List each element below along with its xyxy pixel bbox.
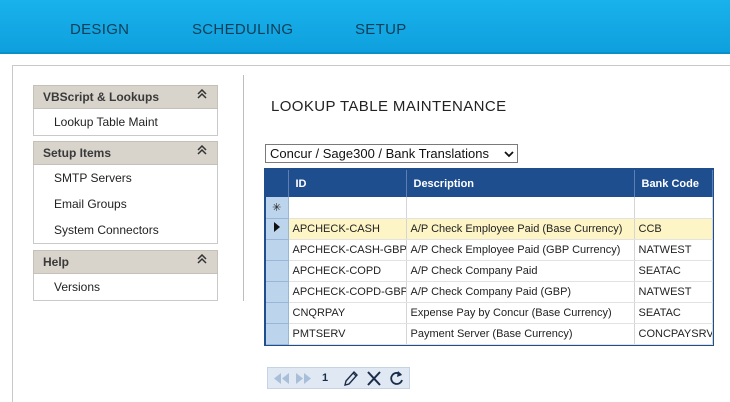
cell-description[interactable]: Payment Server (Base Currency) (406, 323, 635, 345)
collapse-icon[interactable] (197, 88, 207, 102)
column-header-id[interactable]: ID (288, 170, 407, 197)
page-number[interactable]: 1 (322, 372, 328, 384)
row-selector[interactable] (266, 323, 289, 345)
cell-id[interactable]: APCHECK-COPD (288, 260, 407, 282)
cell-bank-code[interactable]: NATWEST (634, 239, 713, 261)
section-title: Help (43, 255, 70, 269)
new-row-cell[interactable] (406, 197, 635, 219)
cell-description[interactable]: A/P Check Employee Paid (GBP Currency) (406, 239, 635, 261)
cell-description[interactable]: Expense Pay by Concur (Base Currency) (406, 302, 635, 324)
row-selector[interactable] (266, 218, 289, 240)
cell-description[interactable]: A/P Check Employee Paid (Base Currency) (406, 218, 635, 240)
collapse-icon[interactable] (197, 253, 207, 267)
table-row[interactable]: APCHECK-COPD A/P Check Company Paid SEAT… (266, 260, 713, 282)
lookup-table-select[interactable]: Concur / Sage300 / Bank Translations (265, 144, 518, 163)
sidebar-section-setup-items: Setup Items SMTP Servers Email Groups Sy… (33, 141, 218, 244)
sidebar-item-smtp-servers[interactable]: SMTP Servers (34, 165, 217, 191)
first-page-icon[interactable] (271, 370, 291, 387)
row-selector[interactable] (266, 239, 289, 261)
column-header-selector (266, 170, 289, 197)
grid-pager: 1 (267, 367, 410, 389)
row-selector[interactable] (266, 260, 289, 282)
table-row[interactable]: CNQRPAY Expense Pay by Concur (Base Curr… (266, 302, 713, 324)
sidebar-item-lookup-table-maint[interactable]: Lookup Table Maint (34, 109, 217, 135)
tab-design[interactable]: DESIGN (70, 21, 129, 38)
section-title: Setup Items (43, 146, 112, 160)
cell-bank-code[interactable]: SEATAC (634, 260, 713, 282)
cell-id[interactable]: APCHECK-COPD-GBP (288, 281, 407, 303)
cell-bank-code[interactable]: CONCPAYSRV (634, 323, 713, 345)
cell-bank-code[interactable]: CCB (634, 218, 713, 240)
refresh-icon[interactable] (388, 370, 406, 387)
new-row-icon[interactable]: ✳ (266, 197, 289, 219)
new-row-cell[interactable] (288, 197, 407, 219)
table-row[interactable]: PMTSERV Payment Server (Base Currency) C… (266, 323, 713, 345)
sidebar-item-versions[interactable]: Versions (34, 274, 217, 300)
row-selector[interactable] (266, 281, 289, 303)
row-selector[interactable] (266, 302, 289, 324)
top-nav: DESIGN SCHEDULING SETUP (0, 0, 730, 54)
sidebar-section-vbscript: VBScript & Lookups Lookup Table Maint (33, 85, 218, 136)
cell-bank-code[interactable]: NATWEST (634, 281, 713, 303)
cell-id[interactable]: CNQRPAY (288, 302, 407, 324)
table-row[interactable]: APCHECK-COPD-GBP A/P Check Company Paid … (266, 281, 713, 303)
cell-description[interactable]: A/P Check Company Paid (406, 260, 635, 282)
collapse-icon[interactable] (197, 144, 207, 158)
column-header-description[interactable]: Description (406, 170, 635, 197)
delete-icon[interactable] (365, 370, 383, 387)
cell-id[interactable]: APCHECK-CASH-GBP (288, 239, 407, 261)
sidebar-item-email-groups[interactable]: Email Groups (34, 191, 217, 217)
sidebar-section-help: Help Versions (33, 250, 218, 301)
column-header-bank-code[interactable]: Bank Code (634, 170, 713, 197)
sidebar-section-header[interactable]: Setup Items (33, 141, 218, 165)
section-title: VBScript & Lookups (43, 90, 160, 104)
page-title: LOOKUP TABLE MAINTENANCE (271, 98, 507, 115)
tab-setup[interactable]: SETUP (355, 21, 407, 38)
table-row[interactable]: APCHECK-CASH-GBP A/P Check Employee Paid… (266, 239, 713, 261)
sidebar-item-system-connectors[interactable]: System Connectors (34, 217, 217, 243)
sidebar-section-header[interactable]: VBScript & Lookups (33, 85, 218, 109)
cell-id[interactable]: APCHECK-CASH (288, 218, 407, 240)
sidebar-divider (243, 75, 244, 301)
lookup-grid: ID Description Bank Code ✳ APCHECK-CASH … (264, 168, 714, 346)
edit-icon[interactable] (342, 370, 360, 387)
cell-bank-code[interactable]: SEATAC (634, 302, 713, 324)
table-row[interactable]: APCHECK-CASH A/P Check Employee Paid (Ba… (266, 218, 713, 240)
cell-id[interactable]: PMTSERV (288, 323, 407, 345)
new-row-cell[interactable] (634, 197, 713, 219)
select-value: Concur / Sage300 / Bank Translations (270, 146, 489, 161)
current-row-icon (273, 222, 280, 232)
next-page-icon[interactable] (294, 370, 314, 387)
tab-scheduling[interactable]: SCHEDULING (192, 21, 293, 38)
new-row[interactable]: ✳ (266, 197, 713, 219)
chevron-down-icon (503, 148, 515, 160)
cell-description[interactable]: A/P Check Company Paid (GBP) (406, 281, 635, 303)
sidebar-section-header[interactable]: Help (33, 250, 218, 274)
